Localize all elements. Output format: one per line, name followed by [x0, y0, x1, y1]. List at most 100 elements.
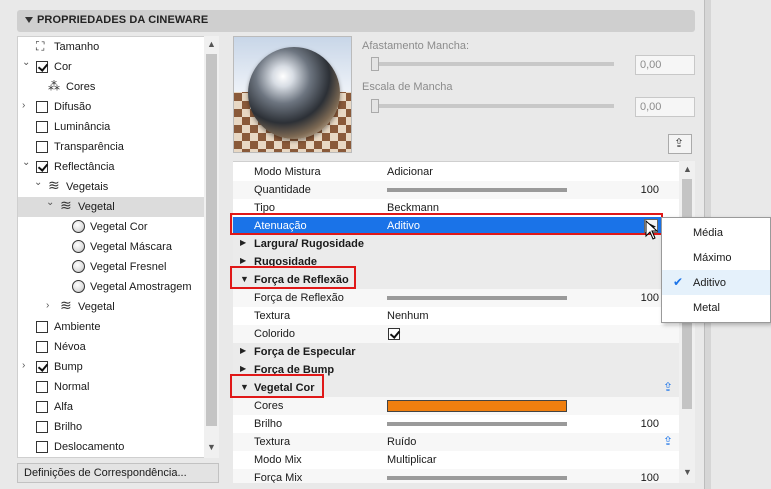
export-icon[interactable]: ⇪: [663, 380, 673, 394]
tree-item-ambiente[interactable]: Ambiente: [18, 317, 205, 337]
property-row-modo-mix[interactable]: Modo Mix Multiplicar: [233, 451, 679, 469]
collapsed-triangle-icon[interactable]: ▶: [240, 238, 246, 247]
tree-item-vegetal-mascara[interactable]: Vegetal Máscara: [18, 237, 205, 257]
tree-item-luminancia[interactable]: Luminância: [18, 117, 205, 137]
export-settings-button[interactable]: ⇪: [668, 134, 692, 154]
tree-item-nevoa[interactable]: Névoa: [18, 337, 205, 357]
property-row-quantidade[interactable]: Quantidade 100: [233, 181, 679, 199]
collapsed-triangle-icon[interactable]: ▶: [240, 364, 246, 373]
afastamento-input[interactable]: 0,00: [635, 55, 695, 75]
chevron-right-icon[interactable]: ›: [46, 300, 49, 311]
color-swatch[interactable]: [387, 400, 567, 412]
chevron-down-icon[interactable]: ⌄: [46, 197, 54, 208]
attenuation-dropdown-menu[interactable]: Média Máximo ✔ Aditivo Metal: [661, 217, 771, 323]
layers-icon: ≋: [48, 177, 60, 193]
grid-scroll-down-icon[interactable]: ▼: [683, 467, 692, 477]
chevron-right-icon[interactable]: ›: [22, 100, 25, 111]
afastamento-slider-track[interactable]: [371, 62, 614, 66]
property-row-modo-mistura[interactable]: Modo Mistura Adicionar: [233, 163, 679, 181]
tree-item-vegetal-fresnel[interactable]: Vegetal Fresnel: [18, 257, 205, 277]
chevron-down-icon[interactable]: ⌄: [22, 157, 30, 168]
property-row-forca-de-reflexao[interactable]: Força de Reflexão 100: [233, 289, 679, 307]
property-slider[interactable]: [387, 476, 567, 480]
menu-option-maximo[interactable]: Máximo: [662, 245, 770, 270]
mapping-settings-button[interactable]: Definições de Correspondência...: [17, 463, 219, 483]
chevron-down-icon[interactable]: ⌄: [22, 57, 30, 68]
checkbox-cor[interactable]: [36, 61, 48, 73]
checkbox-alfa[interactable]: [36, 401, 48, 413]
scroll-up-icon[interactable]: ▲: [207, 39, 216, 49]
property-row-cores[interactable]: Cores: [233, 397, 679, 415]
export-icon[interactable]: ⇪: [663, 434, 673, 448]
checkbox-brilho[interactable]: [36, 421, 48, 433]
tree-item-label: Difusão: [54, 101, 92, 113]
tree-item-cores[interactable]: ⁂ Cores: [18, 77, 205, 97]
menu-option-label: Aditivo: [693, 277, 727, 289]
tree-item-brilho[interactable]: Brilho: [18, 417, 205, 437]
map-channel-tree[interactable]: ⛶ Tamanho ⌄ Cor ⁂ Cores › Difusão Luminância Tran…: [17, 36, 219, 458]
escala-input[interactable]: 0,00: [635, 97, 695, 117]
scroll-down-icon[interactable]: ▼: [207, 442, 216, 452]
collapse-triangle-icon[interactable]: [25, 17, 33, 23]
tree-item-difusao[interactable]: › Difusão: [18, 97, 205, 117]
checkbox-nevoa[interactable]: [36, 341, 48, 353]
tree-item-transparencia[interactable]: Transparência: [18, 137, 205, 157]
tree-item-bump[interactable]: › Bump: [18, 357, 205, 377]
checkbox-normal[interactable]: [36, 381, 48, 393]
tree-item-alfa[interactable]: Alfa: [18, 397, 205, 417]
escala-slider-thumb[interactable]: [371, 99, 379, 113]
grid-scroll-up-icon[interactable]: ▲: [683, 164, 692, 174]
checkbox-luminancia[interactable]: [36, 121, 48, 133]
collapsed-triangle-icon[interactable]: ▶: [240, 346, 246, 355]
colorido-checkbox[interactable]: [388, 328, 400, 340]
checkbox-deslocamento[interactable]: [36, 441, 48, 453]
property-grid[interactable]: Modo Mistura Adicionar Quantidade 100 Tipo Be…: [233, 161, 679, 483]
collapsed-triangle-icon[interactable]: ▶: [240, 256, 246, 265]
chevron-right-icon[interactable]: ›: [22, 360, 25, 371]
tree-item-reflectancia[interactable]: ⌄ Reflectância: [18, 157, 205, 177]
group-label: Largura/ Rugosidade: [254, 238, 365, 250]
tree-item-deslocamento[interactable]: Deslocamento: [18, 437, 205, 457]
tree-item-normal[interactable]: Normal: [18, 377, 205, 397]
property-row-colorido[interactable]: Colorido: [233, 325, 679, 343]
checkbox-difusao[interactable]: [36, 101, 48, 113]
property-value: Nenhum: [387, 310, 429, 322]
menu-option-metal[interactable]: Metal: [662, 295, 770, 320]
property-number[interactable]: 100: [633, 292, 659, 304]
property-slider[interactable]: [387, 296, 567, 300]
tree-item-vegetal[interactable]: › ≋ Vegetal: [18, 297, 205, 317]
panel-header[interactable]: PROPRIEDADES DA CINEWARE: [17, 10, 695, 32]
property-number[interactable]: 100: [633, 184, 659, 196]
checkbox-ambiente[interactable]: [36, 321, 48, 333]
tree-scroll-thumb[interactable]: [206, 54, 217, 426]
tree-item-vegetal-amostragem[interactable]: Vegetal Amostragem: [18, 277, 205, 297]
chevron-down-icon[interactable]: ⌄: [34, 177, 42, 188]
property-value: Multiplicar: [387, 454, 437, 466]
tree-item-tamanho[interactable]: ⛶ Tamanho: [18, 37, 205, 57]
property-row-forca-mix[interactable]: Força Mix 100: [233, 469, 679, 483]
property-row-textura[interactable]: Textura Ruído ⇪: [233, 433, 679, 451]
tree-item-vegetais[interactable]: ⌄ ≋ Vegetais: [18, 177, 205, 197]
tree-item-vegetal[interactable]: ⌄ ≋ Vegetal: [18, 197, 205, 217]
tree-item-label: Vegetal Cor: [90, 221, 148, 233]
checkbox-transparencia[interactable]: [36, 141, 48, 153]
escala-slider-track[interactable]: [371, 104, 614, 108]
checkbox-bump[interactable]: [36, 361, 48, 373]
afastamento-slider-thumb[interactable]: [371, 57, 379, 71]
checkbox-reflectancia[interactable]: [36, 161, 48, 173]
property-row-forca-de-especular[interactable]: ▶ Força de Especular: [233, 343, 679, 361]
tree-scrollbar[interactable]: ▲ ▼: [204, 36, 219, 458]
property-slider[interactable]: [387, 188, 567, 192]
menu-option-aditivo[interactable]: ✔ Aditivo: [662, 270, 770, 295]
property-number[interactable]: 100: [633, 472, 659, 483]
property-row-brilho[interactable]: Brilho 100: [233, 415, 679, 433]
property-row-textura[interactable]: Textura Nenhum: [233, 307, 679, 325]
tree-item-cor[interactable]: ⌄ Cor: [18, 57, 205, 77]
tree-item-label: Brilho: [54, 421, 83, 433]
tree-item-vegetal-cor[interactable]: Vegetal Cor: [18, 217, 205, 237]
property-row-largura-rugosidade[interactable]: ▶ Largura/ Rugosidade: [233, 235, 679, 253]
mouse-cursor-icon: [645, 220, 659, 240]
property-slider[interactable]: [387, 422, 567, 426]
menu-option-media[interactable]: Média: [662, 220, 770, 245]
property-number[interactable]: 100: [633, 418, 659, 430]
